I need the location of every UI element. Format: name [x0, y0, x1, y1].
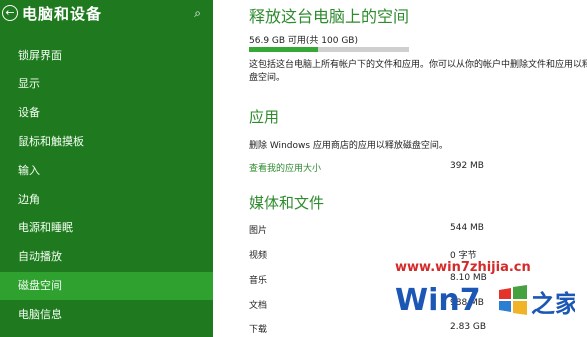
sidebar-item-devices[interactable]: 设备 — [0, 99, 213, 127]
storage-description: 这包括这台电脑上所有帐户下的文件和应用。你可以从你的帐户中删除文件和应用以释放磁… — [249, 59, 587, 85]
sidebar-item-label: 磁盘空间 — [18, 279, 62, 292]
sidebar-item-lock-screen[interactable]: 锁屏界面 — [0, 42, 213, 70]
sidebar-item-label: 锁屏界面 — [18, 49, 62, 62]
sidebar: ← 电脑和设备 ⌕ 锁屏界面 显示 设备 鼠标和触摸板 输入 边角 电源和睡眠 … — [0, 0, 213, 337]
sidebar-item-display[interactable]: 显示 — [0, 70, 213, 98]
storage-description-line2: 盘空间。 — [249, 73, 286, 83]
sidebar-item-label: 边角 — [18, 193, 40, 206]
back-arrow-icon[interactable]: ← — [2, 5, 18, 21]
sidebar-item-label: 显示 — [18, 77, 40, 90]
sidebar-item-label: 电脑信息 — [18, 308, 62, 321]
storage-bar — [249, 47, 409, 52]
apps-size: 392 MB — [450, 161, 484, 171]
sidebar-item-corners[interactable]: 边角 — [0, 186, 213, 214]
watermark-logo-suffix: 之家 — [531, 290, 575, 318]
sidebar-item-disk-space[interactable]: 磁盘空间 — [0, 272, 213, 300]
storage-summary: 56.9 GB 可用(共 100 GB) — [249, 36, 358, 46]
sidebar-item-typing[interactable]: 输入 — [0, 157, 213, 185]
page-title: 释放这台电脑上的空间 — [249, 7, 410, 26]
storage-description-line1: 这包括这台电脑上所有帐户下的文件和应用。你可以从你的帐户中删除文件和应用以释放磁 — [249, 60, 587, 70]
sidebar-item-pc-info[interactable]: 电脑信息 — [0, 301, 213, 329]
sidebar-item-power-sleep[interactable]: 电源和睡眠 — [0, 214, 213, 242]
sidebar-header: ← 电脑和设备 ⌕ — [0, 0, 213, 30]
search-icon[interactable]: ⌕ — [194, 6, 201, 21]
sidebar-item-label: 电源和睡眠 — [18, 221, 73, 234]
media-label: 音乐 — [249, 276, 268, 286]
apps-heading: 应用 — [249, 108, 280, 126]
sidebar-item-label: 设备 — [18, 106, 40, 119]
media-heading: 媒体和文件 — [249, 194, 325, 212]
sidebar-item-autoplay[interactable]: 自动播放 — [0, 243, 213, 271]
storage-bar-fill — [249, 47, 318, 52]
media-label: 文档 — [249, 301, 268, 311]
media-label: 视频 — [249, 251, 268, 261]
view-app-sizes-link[interactable]: 查看我的应用大小 — [249, 161, 321, 174]
media-label: 下载 — [249, 325, 268, 335]
sidebar-title: 电脑和设备 — [22, 5, 103, 23]
sidebar-item-label: 输入 — [18, 164, 40, 177]
windows-flag-icon — [499, 285, 527, 315]
media-label: 图片 — [249, 226, 268, 236]
watermark-logo: Win7 之家 — [395, 283, 575, 318]
media-size: 544 MB — [450, 223, 484, 233]
sidebar-item-label: 自动播放 — [18, 250, 62, 263]
watermark-url: www.win7zhijia.cn — [395, 260, 531, 275]
sidebar-item-mouse-touchpad[interactable]: 鼠标和触摸板 — [0, 128, 213, 156]
watermark-logo-text: Win7 — [395, 283, 481, 318]
sidebar-item-label: 鼠标和触摸板 — [18, 135, 84, 148]
apps-description: 删除 Windows 应用商店的应用以释放磁盘空间。 — [249, 141, 448, 151]
